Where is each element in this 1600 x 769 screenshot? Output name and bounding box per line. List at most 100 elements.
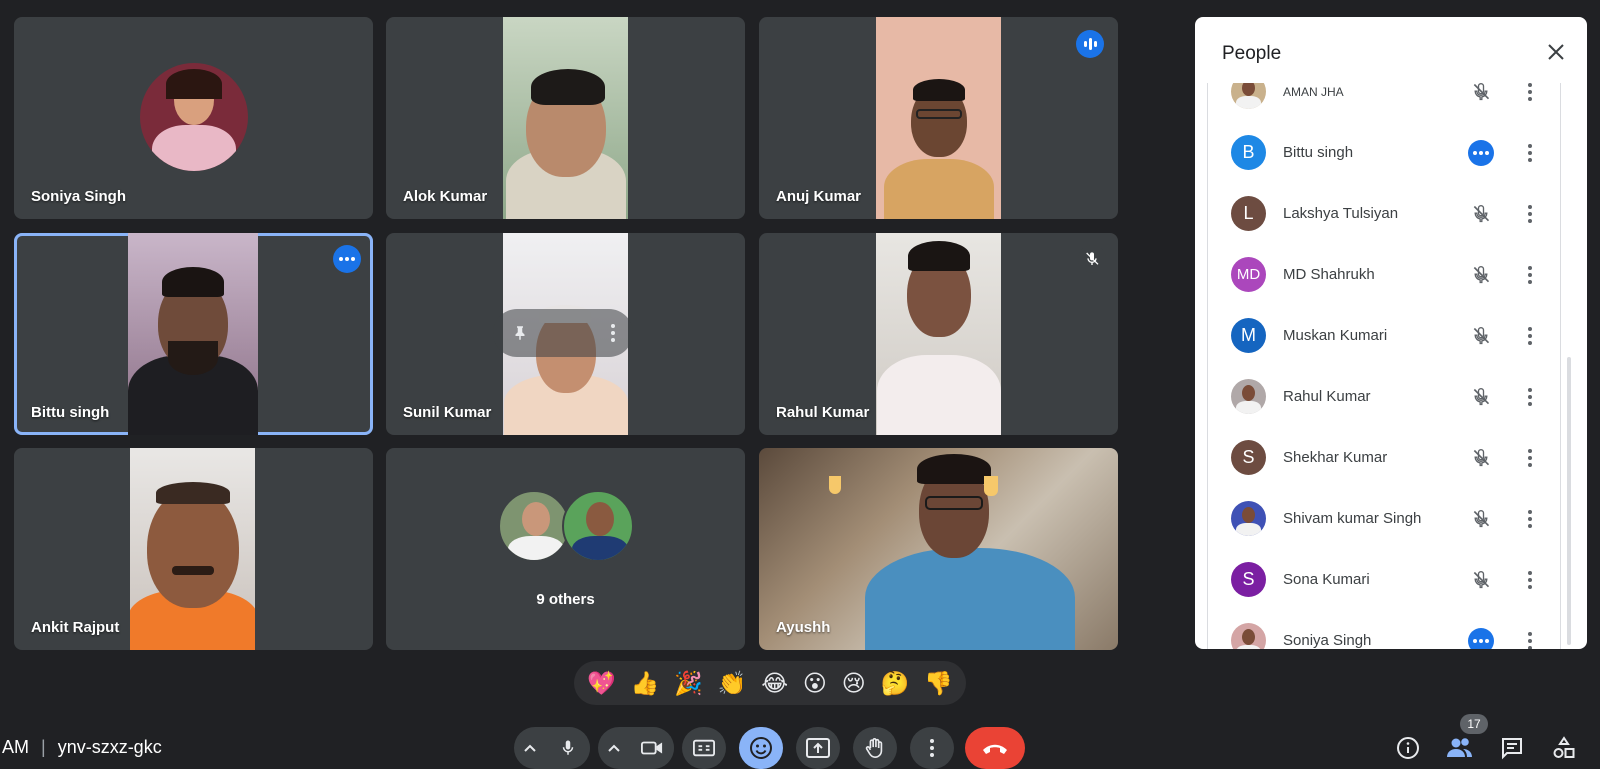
- raise-hand-button[interactable]: [853, 727, 897, 769]
- participant-tile-others[interactable]: 9 others: [386, 448, 745, 650]
- reaction-emoji[interactable]: 😮: [803, 671, 827, 695]
- lamp-decoration: [984, 476, 998, 496]
- info-icon[interactable]: [1393, 733, 1423, 763]
- pin-icon[interactable]: [511, 324, 529, 342]
- more-vert-icon: [930, 739, 934, 757]
- reactions-button[interactable]: [739, 727, 783, 769]
- more-vert-icon[interactable]: [1520, 201, 1540, 227]
- camera-control: [598, 727, 674, 769]
- participant-name: Alok Kumar: [403, 188, 488, 205]
- people-panel: People AMAN JHA B Bittu singh L Lakshya Tuls…: [1195, 17, 1587, 649]
- reaction-emoji[interactable]: 👍: [631, 671, 660, 695]
- chevron-up-icon[interactable]: [598, 727, 630, 769]
- participant-row[interactable]: Soniya Singh: [1208, 610, 1560, 649]
- participant-name: Soniya Singh: [1283, 632, 1372, 649]
- mic-off-icon: [1468, 445, 1494, 471]
- participant-name: Anuj Kumar: [776, 188, 862, 205]
- present-button[interactable]: [796, 727, 840, 769]
- participant-tile-ayushh[interactable]: Ayushh: [759, 448, 1118, 650]
- reaction-emoji[interactable]: 👏: [718, 671, 747, 695]
- participant-name: Ayushh: [776, 619, 831, 636]
- reaction-emoji[interactable]: 🎉: [674, 671, 703, 695]
- participant-name: MD Shahrukh: [1283, 266, 1375, 283]
- mic-off-icon: [1468, 323, 1494, 349]
- more-vert-icon[interactable]: [1520, 83, 1540, 105]
- leave-call-button[interactable]: [965, 727, 1025, 769]
- activities-icon[interactable]: [1549, 733, 1579, 763]
- more-vert-icon[interactable]: [1520, 445, 1540, 471]
- more-options-icon[interactable]: [333, 245, 361, 273]
- speaking-indicator-icon: [1468, 139, 1494, 166]
- participant-tile-rahul[interactable]: Rahul Kumar: [759, 233, 1118, 435]
- videocam-icon: [641, 741, 663, 755]
- close-icon[interactable]: [1543, 39, 1569, 65]
- participant-tile-anuj[interactable]: Anuj Kumar: [759, 17, 1118, 219]
- chevron-up-icon[interactable]: [514, 727, 546, 769]
- meet-window: Soniya Singh Alok Kumar Anuj Kumar Bittu…: [0, 0, 1600, 769]
- participant-avatar: S: [1231, 562, 1266, 597]
- scrollbar[interactable]: [1567, 357, 1571, 645]
- closed-captions-icon: [693, 739, 715, 757]
- participant-name: Sona Kumari: [1283, 571, 1370, 588]
- participant-avatar: L: [1231, 196, 1266, 231]
- participant-row[interactable]: L Lakshya Tulsiyan: [1208, 183, 1560, 244]
- participant-row[interactable]: Shivam kumar Singh: [1208, 488, 1560, 549]
- participant-row[interactable]: Rahul Kumar: [1208, 366, 1560, 427]
- participant-name: Rahul Kumar: [776, 404, 870, 421]
- reaction-emoji[interactable]: 👎: [924, 671, 953, 695]
- participant-avatar: B: [1231, 135, 1266, 170]
- participant-avatar: S: [1231, 440, 1266, 475]
- camera-button[interactable]: [630, 727, 674, 769]
- participant-video: [876, 233, 1001, 435]
- more-vert-icon[interactable]: [1520, 567, 1540, 593]
- more-vert-icon[interactable]: [1520, 506, 1540, 532]
- participant-tile-bittu[interactable]: Bittu singh: [14, 233, 373, 435]
- microphone-button[interactable]: [546, 727, 590, 769]
- participant-name: Shekhar Kumar: [1283, 449, 1388, 466]
- separator: |: [41, 737, 46, 757]
- present-to-all-icon: [806, 738, 830, 758]
- participant-tile-soniya[interactable]: Soniya Singh: [14, 17, 373, 219]
- participant-avatar: [1231, 501, 1266, 536]
- participant-tile-ankit[interactable]: Ankit Rajput: [14, 448, 373, 650]
- microphone-icon: [562, 740, 574, 755]
- more-vert-icon[interactable]: [1520, 384, 1540, 410]
- more-vert-icon[interactable]: [1520, 628, 1540, 649]
- participant-name: Lakshya Tulsiyan: [1283, 205, 1399, 222]
- participant-name: AMAN JHA: [1283, 84, 1344, 99]
- speaking-indicator-icon: [1468, 627, 1494, 649]
- participant-row[interactable]: MD MD Shahrukh: [1208, 244, 1560, 305]
- lamp-decoration: [829, 476, 841, 494]
- participant-name: Bittu singh: [1283, 144, 1354, 161]
- panel-title: People: [1222, 43, 1282, 64]
- reaction-emoji[interactable]: 💖: [587, 671, 616, 695]
- people-icon[interactable]: [1445, 733, 1475, 763]
- participant-list: AMAN JHA B Bittu singh L Lakshya Tulsiyan MD M…: [1207, 83, 1561, 649]
- more-vert-icon[interactable]: [1520, 262, 1540, 288]
- participant-tile-alok[interactable]: Alok Kumar: [386, 17, 745, 219]
- participant-avatar: [562, 490, 634, 562]
- participant-row[interactable]: AMAN JHA: [1208, 83, 1560, 122]
- speaking-indicator-icon: [1076, 30, 1104, 58]
- chat-icon[interactable]: [1497, 733, 1527, 763]
- participant-row[interactable]: S Shekhar Kumar: [1208, 427, 1560, 488]
- more-vert-icon[interactable]: [1520, 140, 1540, 166]
- tile-hover-controls: [493, 309, 633, 357]
- mic-off-icon: [1468, 201, 1494, 227]
- more-vert-icon[interactable]: [1520, 323, 1540, 349]
- participant-avatar: M: [1231, 318, 1266, 353]
- more-vert-icon[interactable]: [611, 324, 615, 342]
- captions-button[interactable]: [682, 727, 726, 769]
- participant-tile-sunil[interactable]: Sunil Kumar: [386, 233, 745, 435]
- reaction-emoji[interactable]: 😢: [842, 671, 866, 695]
- reaction-emoji[interactable]: 🤔: [881, 671, 910, 695]
- participant-video: [130, 448, 255, 650]
- participant-row[interactable]: B Bittu singh: [1208, 122, 1560, 183]
- meeting-code: ynv-szxz-gkc: [57, 737, 162, 757]
- more-options-button[interactable]: [910, 727, 954, 769]
- participant-row[interactable]: M Muskan Kumari: [1208, 305, 1560, 366]
- hand-icon: [865, 738, 883, 758]
- participant-avatar: [498, 490, 570, 562]
- participant-row[interactable]: S Sona Kumari: [1208, 549, 1560, 610]
- reaction-emoji[interactable]: 😂: [761, 671, 788, 695]
